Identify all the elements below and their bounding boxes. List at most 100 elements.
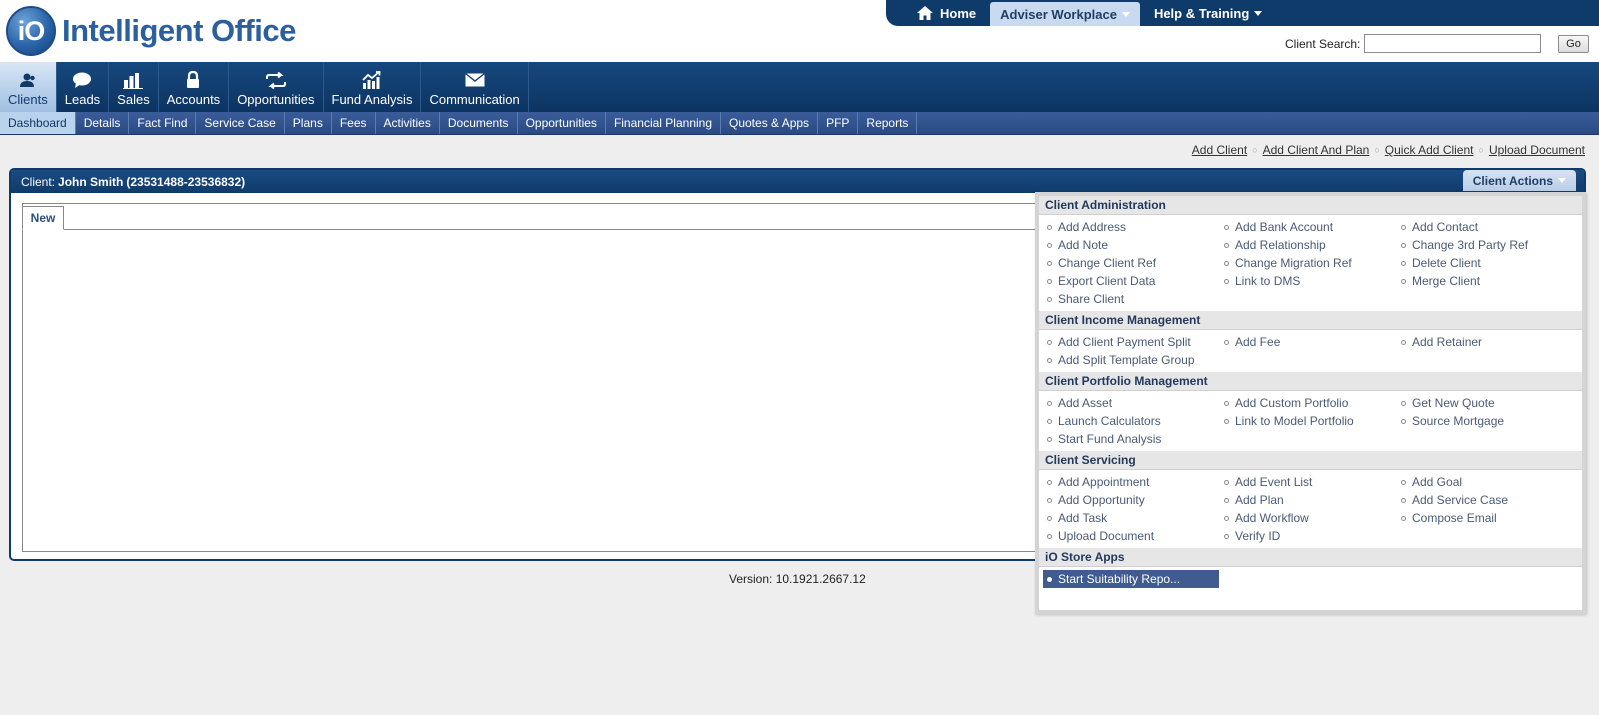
menu-section-title: Client Servicing [1039, 451, 1582, 470]
subnav-documents[interactable]: Documents [440, 112, 518, 134]
bullet-icon [1224, 479, 1229, 485]
menu-item-label: Change Migration Ref [1235, 256, 1352, 270]
menu-item[interactable]: Launch Calculators [1047, 412, 1224, 430]
menu-item[interactable]: Add Service Case [1401, 491, 1578, 509]
menu-item[interactable]: Change Client Ref [1047, 254, 1224, 272]
menu-item[interactable]: Add Split Template Group [1047, 351, 1224, 369]
subnav-quotes-apps[interactable]: Quotes & Apps [721, 112, 819, 134]
bullet-icon [1401, 278, 1406, 284]
help-training-menu[interactable]: Help & Training [1144, 2, 1272, 24]
menu-item[interactable]: Merge Client [1401, 272, 1578, 290]
client-actions-label: Client Actions [1472, 173, 1553, 188]
menu-item-label: Add Goal [1412, 475, 1463, 489]
menu-item[interactable]: Verify ID [1224, 527, 1401, 545]
menu-item-label: Compose Email [1412, 511, 1497, 525]
menu-item-label: Add Fee [1235, 335, 1281, 349]
menu-item[interactable]: Add Appointment [1047, 473, 1224, 491]
client-actions-button[interactable]: Client Actions [1462, 170, 1576, 191]
menu-item[interactable]: Add Goal [1401, 473, 1578, 491]
quick-add-client-link[interactable]: Quick Add Client [1385, 143, 1474, 157]
subnav-reports[interactable]: Reports [858, 112, 918, 134]
menu-item[interactable]: Add Note [1047, 236, 1224, 254]
menu-item-label: Link to DMS [1235, 274, 1301, 288]
menu-item-label: Export Client Data [1058, 274, 1156, 288]
menu-item[interactable]: Add Retainer [1401, 333, 1578, 351]
menu-item[interactable]: Add Asset [1047, 394, 1224, 412]
menu-item[interactable]: Add Relationship [1224, 236, 1401, 254]
menu-section-title: iO Store Apps [1039, 548, 1582, 567]
menu-item[interactable]: Add Workflow [1224, 509, 1401, 527]
nav-label: Fund Analysis [331, 92, 413, 107]
menu-item[interactable]: Upload Document [1047, 527, 1224, 545]
subnav-financial-planning[interactable]: Financial Planning [606, 112, 721, 134]
subnav-dashboard[interactable]: Dashboard [0, 112, 76, 134]
bullet-icon [1047, 436, 1052, 442]
bullet-icon [1224, 515, 1229, 521]
nav-fund-analysis[interactable]: Fund Analysis [324, 62, 422, 112]
chevron-down-icon [1121, 11, 1130, 17]
bullet-icon [1401, 260, 1406, 266]
help-training-label: Help & Training [1153, 5, 1250, 21]
menu-item[interactable]: Add Event List [1224, 473, 1401, 491]
menu-item[interactable]: Delete Client [1401, 254, 1578, 272]
menu-item-label: Add Bank Account [1235, 220, 1334, 234]
subnav-plans[interactable]: Plans [285, 112, 332, 134]
menu-section-items: Start Suitability Repo... [1039, 567, 1582, 591]
nav-clients[interactable]: Clients [0, 62, 57, 112]
nav-opportunities[interactable]: Opportunities [229, 62, 324, 112]
adviser-workplace-menu[interactable]: Adviser Workplace [990, 2, 1140, 26]
subnav-details[interactable]: Details [76, 112, 130, 134]
upload-document-link[interactable]: Upload Document [1489, 143, 1585, 157]
menu-item[interactable]: Link to Model Portfolio [1224, 412, 1401, 430]
subnav-fees[interactable]: Fees [332, 112, 376, 134]
menu-item[interactable]: Share Client [1047, 290, 1224, 308]
nav-communication[interactable]: Communication [421, 62, 529, 112]
menu-item[interactable]: Add Client Payment Split [1047, 333, 1224, 351]
bullet-icon [1047, 515, 1052, 521]
menu-item[interactable]: Start Suitability Repo... [1043, 570, 1219, 588]
home-link[interactable]: Home [906, 2, 986, 24]
top-bar: Home Adviser Workplace Help & Training [886, 0, 1599, 26]
menu-item[interactable]: Add Bank Account [1224, 218, 1401, 236]
add-client-link[interactable]: Add Client [1192, 143, 1247, 157]
menu-item[interactable]: Add Opportunity [1047, 491, 1224, 509]
menu-item[interactable]: Get New Quote [1401, 394, 1578, 412]
menu-item[interactable]: Source Mortgage [1401, 412, 1578, 430]
menu-item[interactable]: Compose Email [1401, 509, 1578, 527]
client-label: Client: [21, 174, 56, 189]
menu-item-label: Add Retainer [1412, 335, 1483, 349]
client-search-input[interactable] [1364, 34, 1542, 53]
menu-item-label: Add Service Case [1412, 493, 1509, 507]
nav-accounts[interactable]: Accounts [159, 62, 230, 112]
menu-item[interactable]: Export Client Data [1047, 272, 1224, 290]
tab-new[interactable]: New [22, 206, 64, 230]
client-search: Client Search: [1285, 34, 1542, 53]
menu-item[interactable]: Add Custom Portfolio [1224, 394, 1401, 412]
subnav-opportunities[interactable]: Opportunities [518, 112, 606, 134]
menu-item[interactable]: Start Fund Analysis [1047, 430, 1224, 448]
client-name: John Smith [58, 174, 124, 189]
go-button[interactable]: Go [1558, 35, 1589, 53]
menu-item[interactable]: Add Address [1047, 218, 1224, 236]
menu-item[interactable]: Change Migration Ref [1224, 254, 1401, 272]
bullet-icon [1047, 418, 1052, 424]
nav-leads[interactable]: Leads [57, 62, 110, 112]
bullet-icon [1047, 339, 1052, 345]
menu-section-items: Add Address Add Bank Account Add Contact Ad… [1039, 215, 1582, 311]
menu-item[interactable]: Add Fee [1224, 333, 1401, 351]
menu-item[interactable]: Link to DMS [1224, 272, 1401, 290]
menu-item[interactable]: Add Plan [1224, 491, 1401, 509]
add-client-and-plan-link[interactable]: Add Client And Plan [1263, 143, 1370, 157]
menu-item[interactable]: Add Contact [1401, 218, 1578, 236]
menu-item[interactable]: Change 3rd Party Ref [1401, 236, 1578, 254]
link-separator: ○ [1252, 145, 1258, 155]
menu-item[interactable]: Add Task [1047, 509, 1224, 527]
bullet-icon [1401, 339, 1406, 345]
subnav-pfp[interactable]: PFP [818, 112, 859, 134]
logo[interactable]: iO Intelligent Office [6, 6, 296, 56]
nav-sales[interactable]: Sales [109, 62, 159, 112]
bullet-icon [1047, 296, 1052, 302]
subnav-activities[interactable]: Activities [376, 112, 440, 134]
subnav-service-case[interactable]: Service Case [196, 112, 285, 134]
subnav-fact-find[interactable]: Fact Find [129, 112, 197, 134]
